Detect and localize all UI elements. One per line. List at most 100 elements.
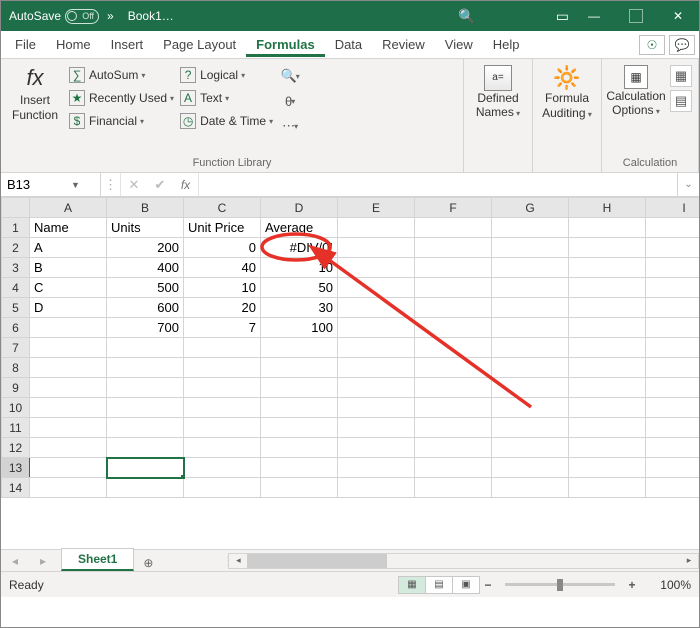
recently-used-button[interactable]: ★Recently Used▾ [69, 88, 174, 108]
sheet-scroll-right[interactable]: ▸ [29, 550, 57, 571]
tab-insert[interactable]: Insert [101, 32, 154, 57]
autosave-toggle[interactable]: Off [65, 9, 99, 24]
col-header-C[interactable]: C [184, 198, 261, 218]
maximize-button[interactable] [615, 1, 657, 31]
defined-names-button[interactable]: a= Defined Names ▾ [470, 63, 526, 120]
comments-button[interactable]: 💬 [669, 35, 695, 55]
autosave-label: AutoSave [9, 9, 61, 23]
cell[interactable]: Unit Price [184, 218, 261, 238]
tab-home[interactable]: Home [46, 32, 101, 57]
question-icon: ? [180, 67, 196, 83]
cell[interactable]: Name [30, 218, 107, 238]
defined-names-icon: a= [484, 65, 512, 91]
insert-function-button[interactable]: fx Insert Function [7, 63, 63, 122]
col-header-I[interactable]: I [646, 198, 700, 218]
logical-button[interactable]: ?Logical▾ [180, 65, 273, 85]
name-box-dropdown[interactable]: ▼ [67, 180, 84, 190]
col-header-H[interactable]: H [569, 198, 646, 218]
col-header-A[interactable]: A [30, 198, 107, 218]
zoom-thumb[interactable] [557, 579, 563, 591]
sheet-tab-row: ◂ ▸ Sheet1 ⊕ ⋮ ◂ ▸ [1, 549, 699, 571]
autosum-button[interactable]: ∑AutoSum▾ [69, 65, 174, 85]
fill-handle[interactable] [180, 474, 184, 478]
hscroll-right[interactable]: ▸ [680, 554, 698, 568]
zoom-slider[interactable] [505, 583, 615, 586]
window-title: Book1… [122, 9, 459, 23]
group-function-library: Function Library [7, 154, 457, 172]
math-button[interactable]: θ▾ [279, 90, 301, 112]
insert-fx-button[interactable]: fx [173, 173, 199, 196]
calculation-options-button[interactable]: ▦ Calculation Options ▾ [608, 63, 664, 118]
cell[interactable]: Average [261, 218, 338, 238]
row-header[interactable]: 1 [2, 218, 30, 238]
error-cell[interactable]: #DIV/0! [261, 238, 338, 258]
toggle-off-label: Off [82, 11, 94, 21]
name-box[interactable]: ▼ [1, 173, 101, 196]
tab-view[interactable]: View [435, 32, 483, 57]
tab-page-layout[interactable]: Page Layout [153, 32, 246, 57]
col-header-B[interactable]: B [107, 198, 184, 218]
name-box-input[interactable] [7, 177, 67, 192]
title-right: ▭ [556, 8, 573, 25]
text-button[interactable]: AText▾ [180, 88, 273, 108]
page-break-view-button[interactable]: ▣ [452, 576, 480, 594]
lookup-button[interactable]: 🔍▾ [279, 65, 301, 87]
status-ready: Ready [9, 578, 398, 592]
new-sheet-button[interactable]: ⊕ [134, 555, 162, 571]
toggle-knob [67, 11, 77, 21]
formula-input[interactable] [205, 177, 671, 192]
col-header-F[interactable]: F [415, 198, 492, 218]
select-all-corner[interactable] [2, 198, 30, 218]
tab-file[interactable]: File [5, 32, 46, 57]
insert-function-label1: Insert [20, 93, 50, 107]
hscroll-left[interactable]: ◂ [229, 554, 247, 568]
financial-button[interactable]: $Financial▾ [69, 111, 174, 131]
fx-icon: fx [26, 65, 43, 91]
minimize-button[interactable]: — [573, 1, 615, 31]
money-icon: $ [69, 113, 85, 129]
hscroll-thumb[interactable] [247, 554, 387, 568]
more-functions-button[interactable]: ⋯▾ [279, 115, 301, 137]
status-bar: Ready ▦ ▤ ▣ − + 100% [1, 571, 699, 597]
formula-auditing-button[interactable]: 🔆 Formula Auditing ▾ [539, 63, 595, 120]
tab-review[interactable]: Review [372, 32, 435, 57]
auditing-icon: 🔆 [553, 65, 580, 91]
expand-formula-bar[interactable]: ⌄ [677, 173, 699, 196]
selected-cell[interactable] [107, 458, 184, 478]
datetime-button[interactable]: ◷Date & Time▾ [180, 111, 273, 131]
cancel-formula-button[interactable]: ✕ [121, 173, 147, 196]
zoom-level[interactable]: 100% [641, 578, 691, 592]
share-button[interactable]: ☉ [639, 35, 665, 55]
insert-function-label2: Function [12, 108, 58, 122]
h-scrollbar[interactable]: ⋮ ◂ ▸ [222, 550, 699, 571]
col-header-D[interactable]: D [261, 198, 338, 218]
col-header-E[interactable]: E [338, 198, 415, 218]
tab-help[interactable]: Help [483, 32, 530, 57]
qat-overflow[interactable]: » [107, 9, 114, 23]
page-layout-view-button[interactable]: ▤ [425, 576, 453, 594]
col-header-G[interactable]: G [492, 198, 569, 218]
tab-formulas[interactable]: Formulas [246, 32, 325, 57]
ribbon: fx Insert Function ∑AutoSum▾ ★Recently U… [1, 59, 699, 173]
enter-formula-button[interactable]: ✔ [147, 173, 173, 196]
tab-data[interactable]: Data [325, 32, 372, 57]
zoom-in-button[interactable]: + [623, 578, 641, 592]
normal-view-button[interactable]: ▦ [398, 576, 426, 594]
spreadsheet-grid[interactable]: A B C D E F G H I 1 Name Units Unit Pric… [1, 197, 699, 549]
sheet-scroll-left[interactable]: ◂ [1, 550, 29, 571]
calc-options-icon: ▦ [624, 65, 648, 89]
text-icon: A [180, 90, 196, 106]
zoom-out-button[interactable]: − [479, 578, 497, 592]
group-calculation: Calculation [608, 154, 692, 172]
close-button[interactable]: ✕ [657, 1, 699, 31]
calculate-now-button[interactable]: ▦ [670, 65, 692, 87]
sheet-tab-active[interactable]: Sheet1 [61, 548, 134, 571]
ribbon-display-icon[interactable]: ▭ [556, 8, 569, 25]
calculate-sheet-button[interactable]: ▤ [670, 90, 692, 112]
autosave[interactable]: AutoSave Off [1, 9, 99, 24]
formula-input-wrap[interactable] [199, 173, 677, 196]
sigma-icon: ∑ [69, 67, 85, 83]
star-icon: ★ [69, 90, 85, 106]
search-icon[interactable]: 🔍 [458, 8, 475, 25]
cell[interactable]: Units [107, 218, 184, 238]
